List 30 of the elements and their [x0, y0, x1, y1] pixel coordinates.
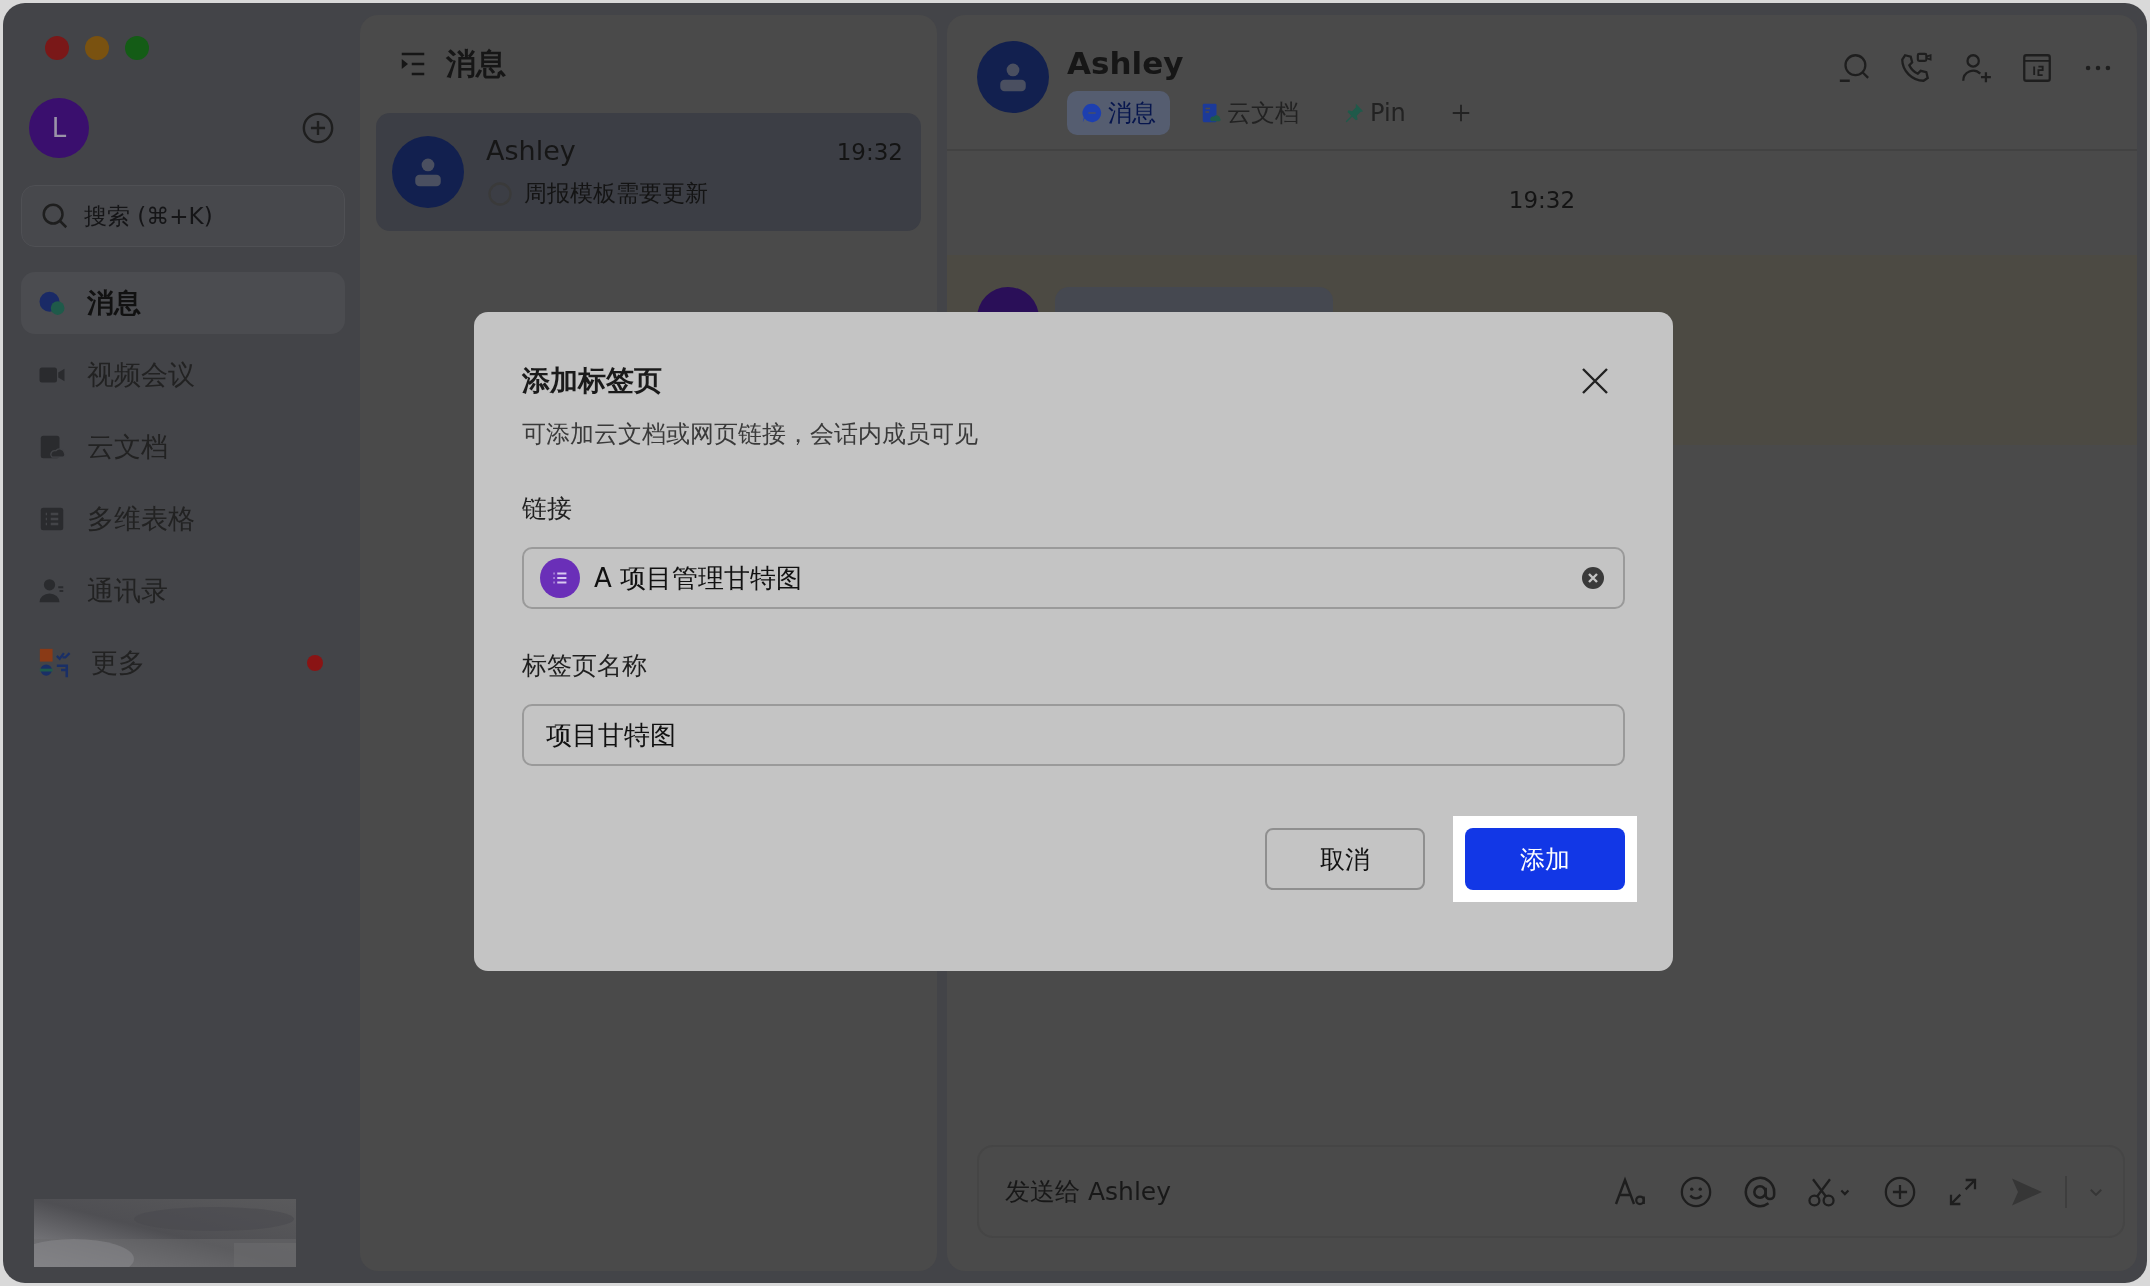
emoji-icon[interactable]	[1679, 1174, 1713, 1209]
user-avatar[interactable]: L	[29, 98, 89, 158]
clear-icon[interactable]	[1581, 566, 1605, 590]
chat-tab[interactable]: 消息	[1067, 91, 1170, 135]
window-control[interactable]	[45, 36, 69, 60]
add-person-icon[interactable]	[1959, 51, 1993, 85]
link-field-frame[interactable]: A 项目管理甘特图	[522, 547, 1625, 609]
add-icon[interactable]	[301, 111, 335, 145]
add-icon[interactable]	[1883, 1174, 1917, 1209]
list-icon	[540, 558, 580, 598]
dialog-subtitle: 可添加云文档或网页链接，会话内成员可见	[522, 419, 979, 450]
chat-bubble-icon	[1081, 102, 1103, 124]
app-grid-icon	[37, 646, 71, 680]
field-label: 标签页名称	[522, 650, 648, 682]
tab-name-field[interactable]: 项目甘特图	[522, 704, 1625, 766]
cancel-button[interactable]: 取消	[1265, 828, 1425, 890]
link-field[interactable]: A 项目管理甘特图	[592, 562, 1569, 594]
mention-icon[interactable]	[1743, 1174, 1777, 1209]
field-label: 链接	[522, 493, 573, 525]
search-icon	[40, 201, 70, 231]
add-button[interactable]: 添加	[1465, 828, 1625, 890]
phone-icon[interactable]	[1898, 51, 1932, 85]
window-control[interactable]	[85, 36, 109, 60]
search-icon[interactable]	[1837, 51, 1871, 85]
pin-icon	[1343, 102, 1365, 124]
dialog-title: 添加标签页	[522, 363, 662, 399]
calendar-icon[interactable]	[2020, 51, 2054, 85]
sidebar-item[interactable]: 消息	[21, 272, 345, 334]
document-icon	[1200, 102, 1222, 124]
window-control[interactable]	[125, 36, 149, 60]
